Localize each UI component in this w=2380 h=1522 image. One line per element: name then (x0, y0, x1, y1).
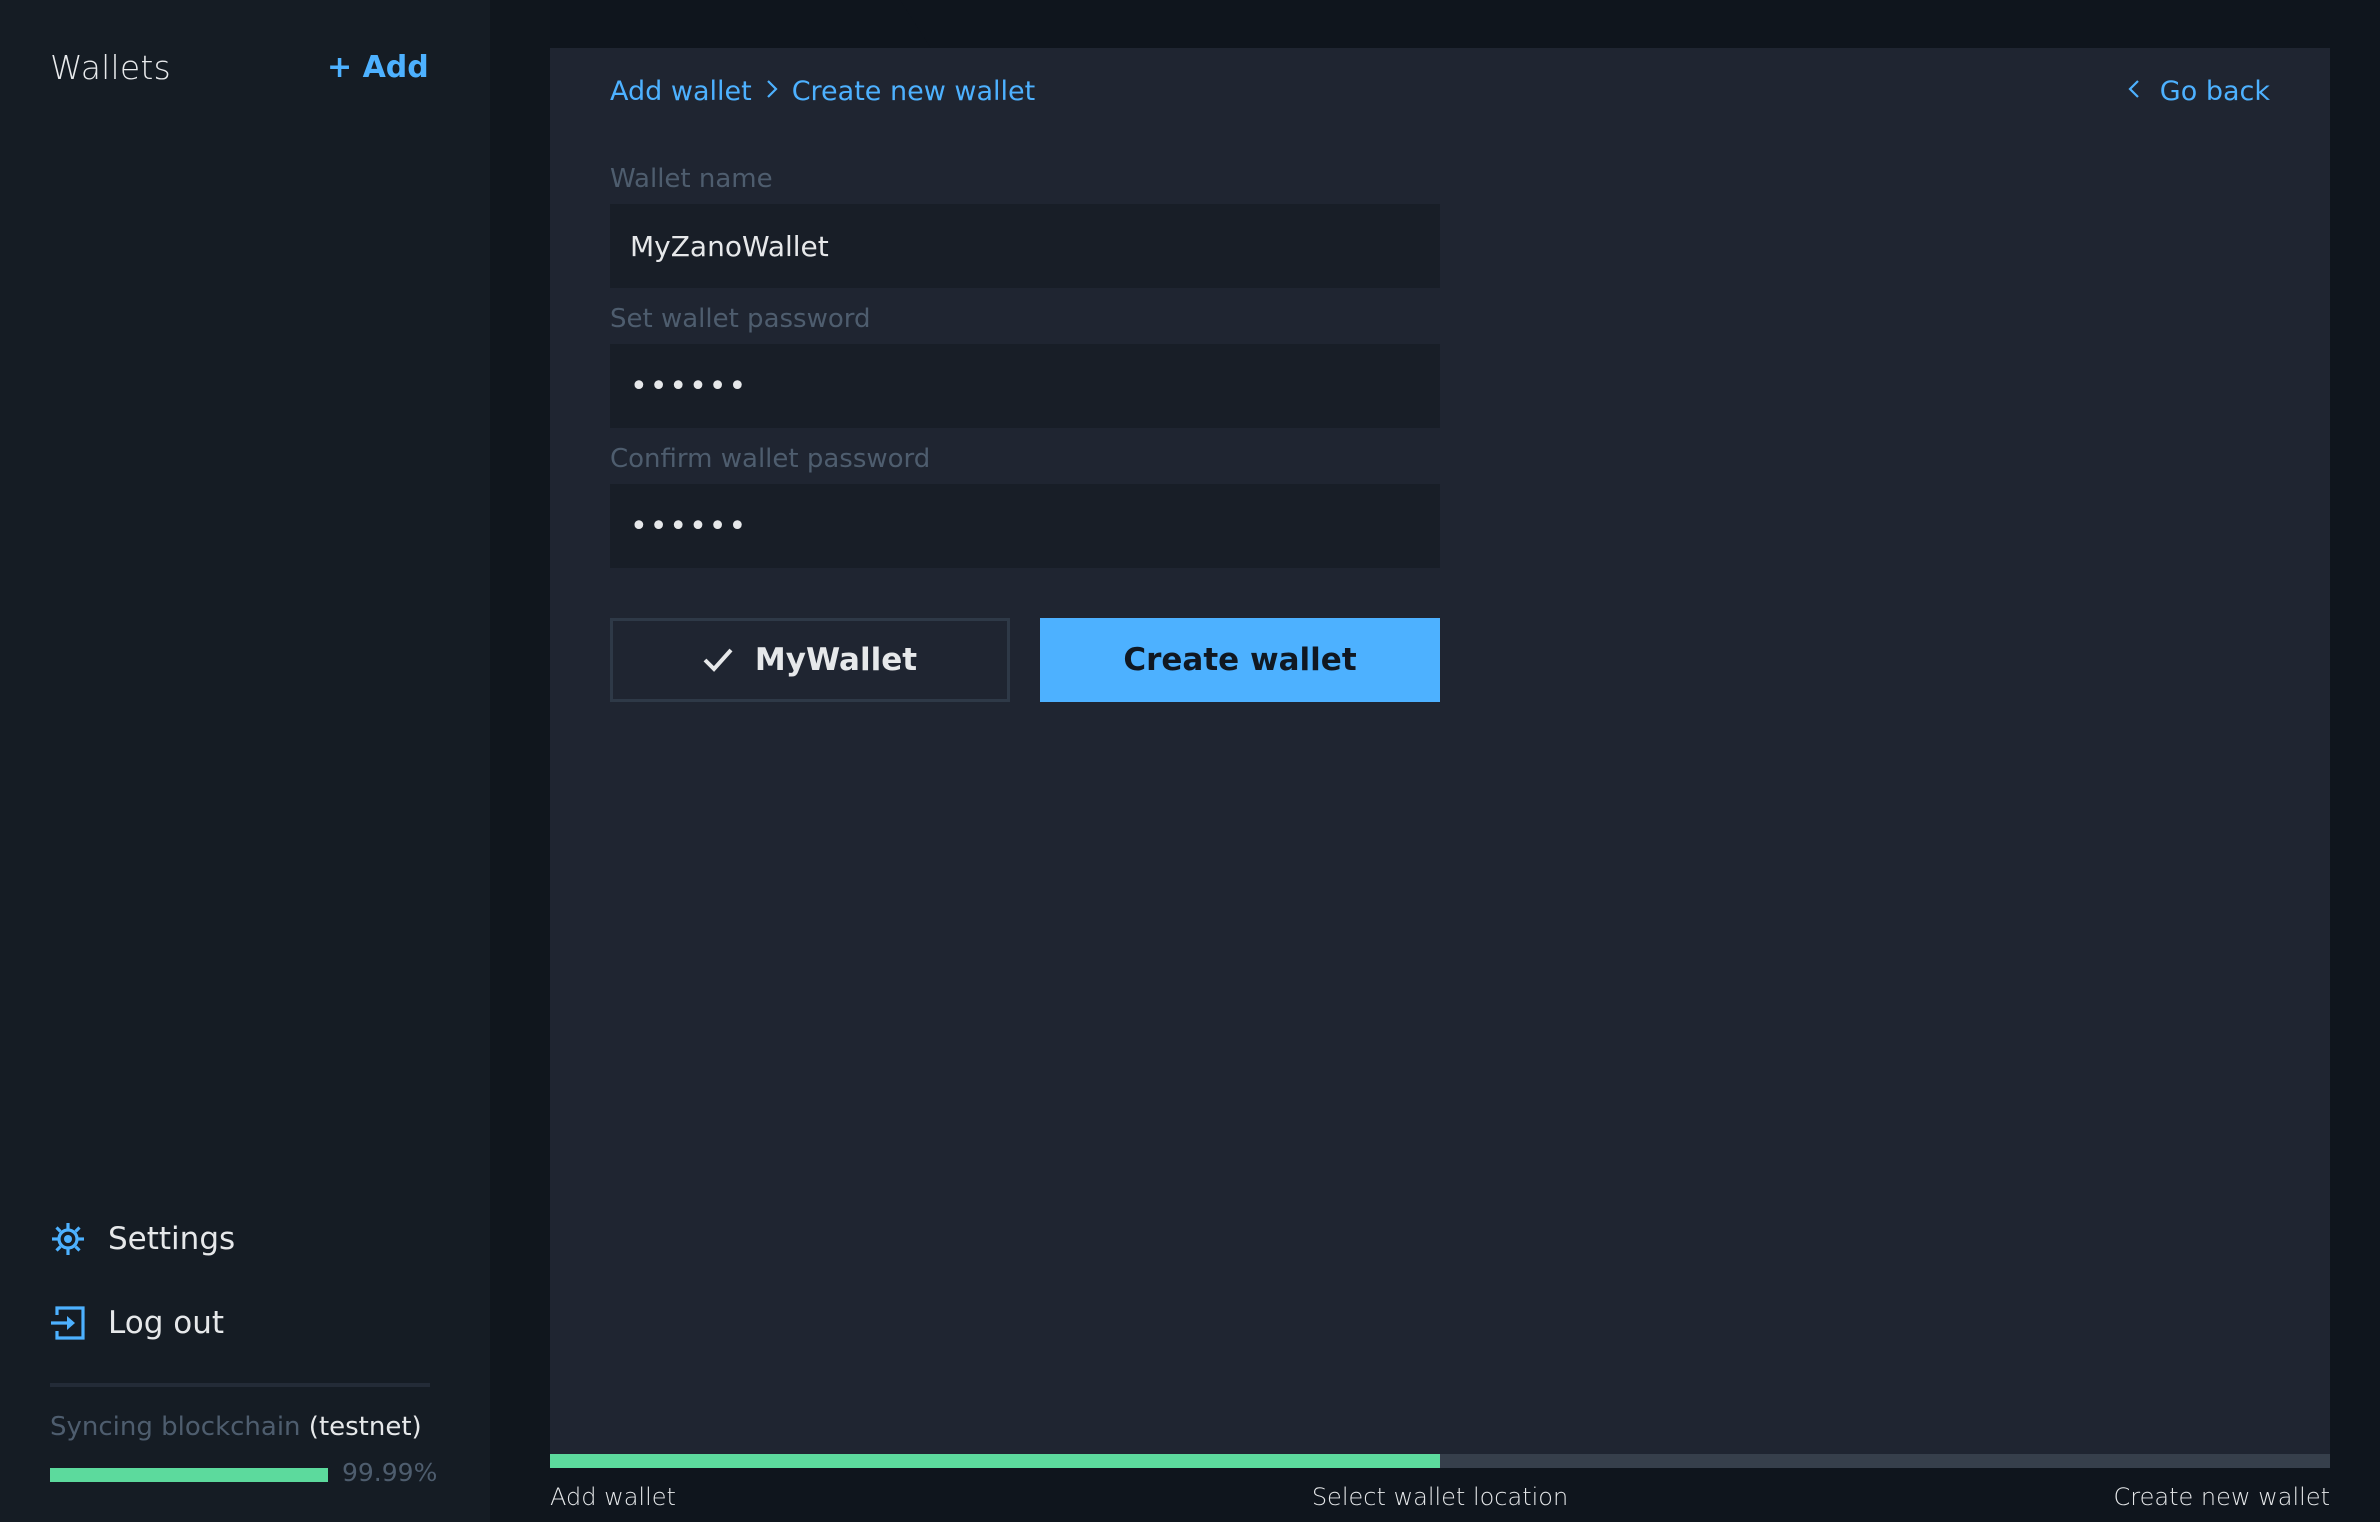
sidebar-item-settings[interactable]: Settings (50, 1214, 235, 1264)
step-progress-fill (550, 1454, 1440, 1468)
logout-icon (50, 1305, 86, 1341)
confirm-password-label: Confirm wallet password (610, 444, 931, 474)
sidebar-title: Wallets (50, 48, 171, 87)
save-file-label: MyWallet (754, 642, 918, 678)
password-label: Set wallet password (610, 304, 871, 334)
step-progress-track (550, 1454, 2330, 1468)
sidebar-edge (490, 0, 550, 1522)
create-wallet-button[interactable]: Create wallet (1040, 618, 1440, 702)
gear-icon (50, 1221, 86, 1257)
breadcrumb-create-new-wallet[interactable]: Create new wallet (792, 76, 1036, 107)
step-label-create-wallet: Create new wallet (2113, 1483, 2330, 1511)
wallet-name-input[interactable] (610, 204, 1440, 288)
sidebar-item-label: Log out (108, 1305, 224, 1341)
confirm-password-input[interactable] (610, 484, 1440, 568)
password-input[interactable] (610, 344, 1440, 428)
sync-progress-bar (50, 1468, 328, 1482)
save-file-button[interactable]: MyWallet (610, 618, 1010, 702)
go-back-label: Go back (2159, 76, 2270, 107)
wallet-name-label: Wallet name (610, 164, 773, 194)
chevron-right-icon (766, 79, 778, 105)
sync-network: (testnet) (308, 1412, 422, 1442)
step-label-select-location: Select wallet location (1311, 1483, 1569, 1511)
sidebar-item-logout[interactable]: Log out (50, 1298, 224, 1348)
chevron-left-icon (2128, 79, 2140, 105)
main-panel: Add wallet Create new wallet Go back Wal… (550, 48, 2330, 1454)
sidebar-divider (50, 1383, 430, 1387)
sync-percent: 99.99% (342, 1458, 438, 1487)
go-back-button[interactable]: Go back (2128, 76, 2270, 107)
breadcrumb: Add wallet Create new wallet (610, 76, 1035, 107)
sync-label: Syncing blockchain (50, 1412, 301, 1442)
sidebar-item-label: Settings (108, 1221, 236, 1257)
breadcrumb-add-wallet[interactable]: Add wallet (610, 76, 752, 107)
sync-status: Syncing blockchain (testnet) (50, 1412, 422, 1442)
add-wallet-link[interactable]: + Add (327, 50, 429, 85)
step-label-add-wallet: Add wallet (550, 1483, 676, 1511)
checkmark-icon (703, 647, 733, 673)
sidebar (0, 0, 550, 1522)
